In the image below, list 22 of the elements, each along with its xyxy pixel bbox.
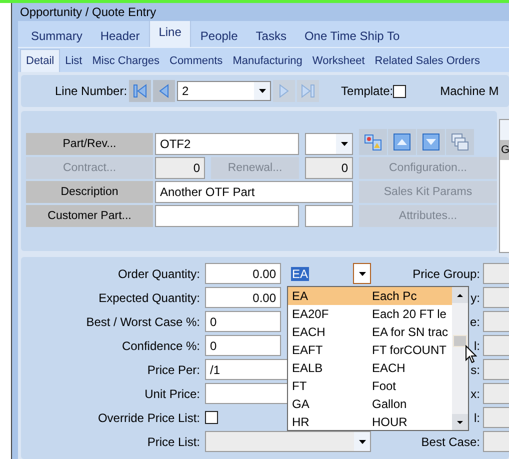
window-title: Opportunity / Quote Entry — [19, 4, 158, 21]
description-label: Description — [26, 181, 153, 203]
field-label: Best / Worst Case %: — [85, 314, 201, 328]
field-label: Expected Quantity: — [98, 290, 201, 304]
field-label: Price List: — [146, 434, 201, 448]
field-label: Confidence %: — [120, 338, 201, 352]
field-label: Override Price List: — [96, 410, 201, 424]
field-label: e: — [470, 314, 481, 328]
field-label: Line Number: — [55, 84, 128, 98]
field-label: y: — [470, 290, 481, 304]
field-label: l: — [474, 410, 481, 424]
field-label: Best Case: — [421, 434, 481, 448]
field-label: s: — [470, 362, 481, 376]
field-label: Template: — [341, 84, 394, 98]
field-label: Price Group: — [412, 266, 481, 280]
field-label: Order Quantity: — [116, 266, 201, 280]
field-label: x: — [470, 386, 481, 400]
field-label: Machine M — [440, 84, 499, 98]
field-label: l: — [474, 338, 481, 352]
field-label: Unit Price: — [144, 386, 201, 400]
field-label: Price Per: — [146, 362, 201, 376]
column-header: G — [500, 140, 509, 160]
